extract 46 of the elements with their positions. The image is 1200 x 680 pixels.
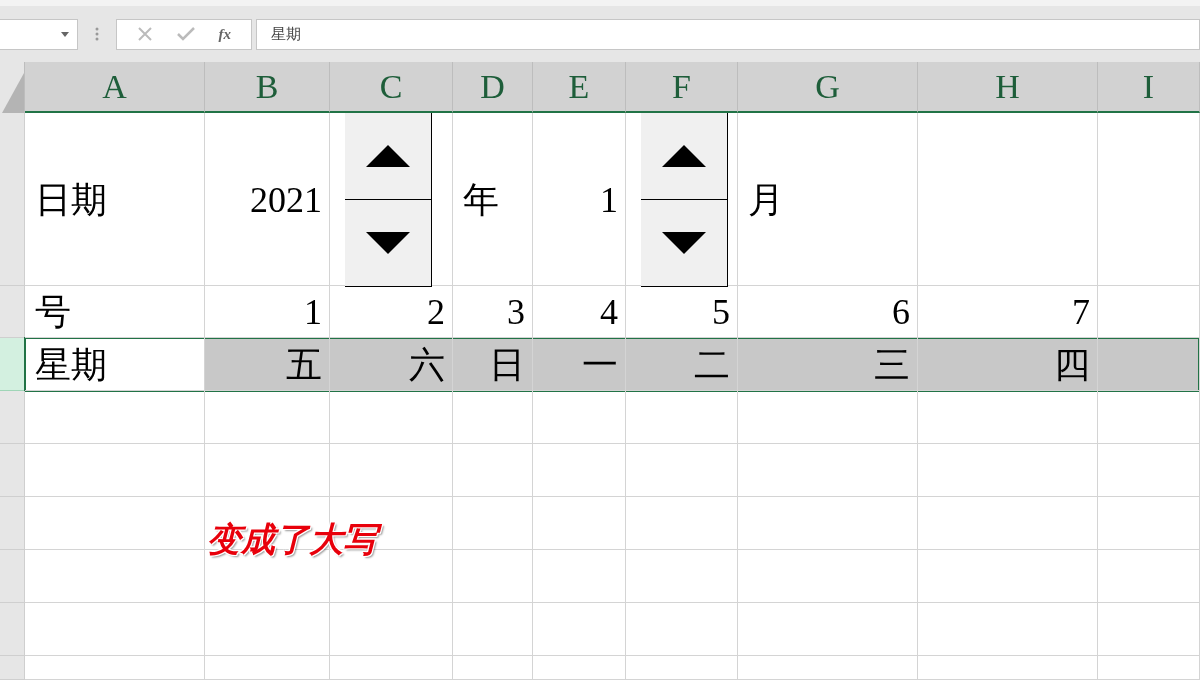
formula-field[interactable]: 星期 <box>256 18 1200 50</box>
table-cell-text: 6 <box>891 291 911 334</box>
column-header[interactable]: B <box>205 62 330 113</box>
column-header[interactable]: G <box>738 62 918 113</box>
table-cell: 五 <box>205 338 330 391</box>
table-cell-text: 号 <box>34 291 72 334</box>
grip-icon <box>95 27 99 41</box>
column-header[interactable]: C <box>330 62 453 113</box>
table-cell-text: 7 <box>1071 291 1091 334</box>
up-arrow-icon[interactable] <box>366 145 410 167</box>
table-cell: 三 <box>738 338 918 391</box>
table-cell-text: 年 <box>462 178 500 222</box>
table-cell: 六 <box>330 338 453 391</box>
table-cell: 二 <box>626 338 738 391</box>
table-cell: 一 <box>533 338 626 391</box>
table-cell-text: 月 <box>747 178 785 222</box>
row-header[interactable] <box>0 338 25 391</box>
down-arrow-icon[interactable] <box>662 232 706 254</box>
function-button[interactable]: fx <box>218 22 232 46</box>
down-arrow-icon[interactable] <box>366 232 410 254</box>
spin-button[interactable] <box>641 113 728 287</box>
name-box[interactable] <box>0 18 78 50</box>
column-header[interactable]: D <box>453 62 533 113</box>
column-header[interactable]: F <box>626 62 738 113</box>
table-cell-text: 5 <box>711 291 731 334</box>
up-arrow-icon[interactable] <box>662 145 706 167</box>
column-header[interactable]: H <box>918 62 1098 113</box>
spin-button[interactable] <box>345 113 432 287</box>
column-header[interactable]: A <box>25 62 205 113</box>
table-cell-text: 3 <box>506 291 526 334</box>
annotation-text: 变成了大写 <box>201 516 383 562</box>
column-header[interactable]: E <box>533 62 626 113</box>
table-cell-text: 星期 <box>34 343 108 387</box>
column-header[interactable]: I <box>1098 62 1200 113</box>
table-cell: 四 <box>918 338 1098 391</box>
dropdown-caret-icon <box>61 31 69 37</box>
table-cell-text: 4 <box>599 291 619 334</box>
table-cell: 日 <box>453 338 533 391</box>
select-all-corner-icon[interactable] <box>2 71 24 113</box>
table-cell-text: 1 <box>599 178 619 222</box>
table-cell-text: 1 <box>303 291 323 334</box>
check-icon[interactable] <box>176 27 195 41</box>
close-icon[interactable] <box>136 26 153 42</box>
table-cell-text: 日期 <box>34 178 108 222</box>
table-cell-text: 2021 <box>249 178 323 222</box>
table-cell-text: 2 <box>426 291 446 334</box>
